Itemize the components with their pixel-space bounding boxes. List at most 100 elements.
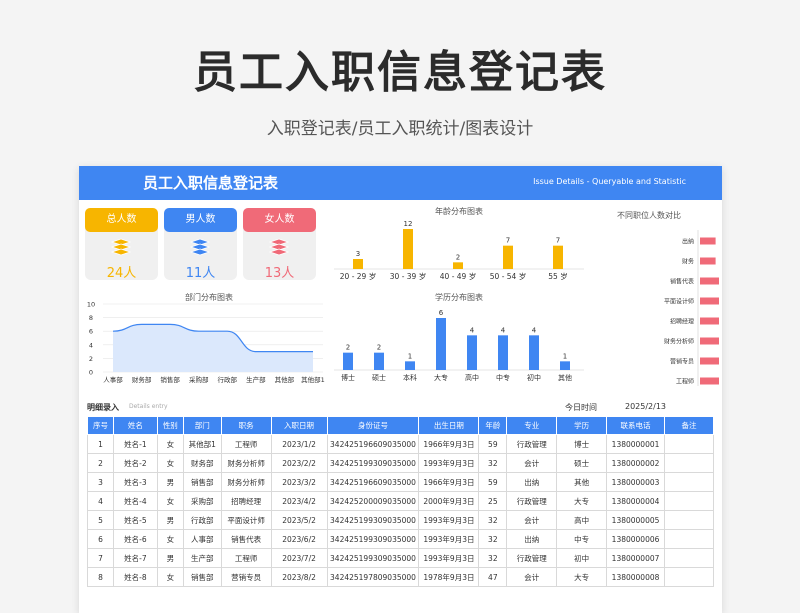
table-cell[interactable]: 1380000007 (606, 548, 666, 568)
table-cell[interactable] (664, 567, 714, 587)
table-cell[interactable]: 2023/2/2 (270, 453, 328, 473)
table-cell[interactable]: 会计 (506, 453, 558, 473)
column-header[interactable]: 姓名 (112, 416, 158, 435)
table-cell[interactable]: 行政部 (182, 510, 222, 530)
column-header[interactable]: 联系电话 (606, 416, 666, 435)
column-header[interactable]: 职务 (220, 416, 272, 435)
table-cell[interactable]: 女 (156, 529, 184, 549)
column-header[interactable]: 备注 (664, 416, 714, 435)
table-cell[interactable]: 32 (478, 548, 508, 568)
table-cell[interactable]: 销售部 (182, 567, 222, 587)
table-cell[interactable]: 32 (478, 529, 508, 549)
table-cell[interactable]: 姓名-7 (112, 548, 158, 568)
table-cell[interactable]: 姓名-4 (112, 491, 158, 511)
table-cell[interactable]: 销售部 (182, 472, 222, 492)
table-cell[interactable]: 博士 (556, 434, 608, 454)
table-row[interactable]: 6 姓名-6 女人事部 销售代表 2023/6/2 342425199309035000 1… (87, 529, 714, 549)
table-cell[interactable]: 行政管理 (506, 548, 558, 568)
column-header[interactable]: 部门 (182, 416, 222, 435)
table-cell[interactable]: 女 (156, 453, 184, 473)
table-cell[interactable] (664, 529, 714, 549)
table-row[interactable]: 2 姓名-2 女财务部 财务分析师 2023/2/2 342425199309035000… (87, 453, 714, 473)
table-cell[interactable]: 财务分析师 (220, 453, 272, 473)
table-cell[interactable]: 其他 (556, 472, 608, 492)
table-cell[interactable]: 财务部 (182, 453, 222, 473)
table-cell[interactable] (664, 453, 714, 473)
table-cell[interactable]: 中专 (556, 529, 608, 549)
table-cell[interactable]: 1380000005 (606, 510, 666, 530)
table-cell[interactable]: 2023/6/2 (270, 529, 328, 549)
table-row[interactable]: 7 姓名-7 男生产部 工程师 2023/7/2 342425199309035000 19… (87, 548, 714, 568)
table-cell[interactable]: 6 (87, 529, 114, 549)
table-cell[interactable]: 销售代表 (220, 529, 272, 549)
table-cell[interactable]: 高中 (556, 510, 608, 530)
table-cell[interactable]: 4 (87, 491, 114, 511)
table-cell[interactable]: 1993年9月3日 (418, 510, 480, 530)
table-cell[interactable]: 2023/4/2 (270, 491, 328, 511)
table-cell[interactable]: 7 (87, 548, 114, 568)
table-cell[interactable]: 出纳 (506, 529, 558, 549)
table-cell[interactable]: 招聘经理 (220, 491, 272, 511)
table-cell[interactable]: 1380000002 (606, 453, 666, 473)
column-header[interactable]: 身份证号 (326, 416, 420, 435)
table-cell[interactable]: 会计 (506, 567, 558, 587)
table-cell[interactable]: 1993年9月3日 (418, 529, 480, 549)
table-cell[interactable]: 出纳 (506, 472, 558, 492)
table-cell[interactable]: 人事部 (182, 529, 222, 549)
table-cell[interactable]: 姓名-2 (112, 453, 158, 473)
table-cell[interactable]: 工程师 (220, 548, 272, 568)
table-cell[interactable]: 男 (156, 548, 184, 568)
table-cell[interactable] (664, 472, 714, 492)
table-cell[interactable] (664, 548, 714, 568)
table-row[interactable]: 1 姓名-1 女其他部1 工程师 2023/1/2 342425196609035000 1… (87, 434, 714, 454)
table-cell[interactable]: 生产部 (182, 548, 222, 568)
table-cell[interactable]: 1993年9月3日 (418, 453, 480, 473)
table-cell[interactable]: 25 (478, 491, 508, 511)
table-cell[interactable]: 姓名-1 (112, 434, 158, 454)
column-header[interactable]: 性别 (156, 416, 184, 435)
table-cell[interactable]: 姓名-3 (112, 472, 158, 492)
table-cell[interactable]: 8 (87, 567, 114, 587)
table-cell[interactable]: 女 (156, 434, 184, 454)
table-cell[interactable]: 342425196609035000 (326, 472, 420, 492)
table-cell[interactable]: 2000年9月3日 (418, 491, 480, 511)
table-cell[interactable]: 姓名-6 (112, 529, 158, 549)
table-cell[interactable]: 2 (87, 453, 114, 473)
table-cell[interactable]: 2023/3/2 (270, 472, 328, 492)
table-cell[interactable]: 营销专员 (220, 567, 272, 587)
table-cell[interactable]: 行政管理 (506, 491, 558, 511)
table-cell[interactable]: 342425199309035000 (326, 453, 420, 473)
column-header[interactable]: 出生日期 (418, 416, 480, 435)
table-cell[interactable]: 1 (87, 434, 114, 454)
table-cell[interactable]: 1966年9月3日 (418, 472, 480, 492)
table-cell[interactable]: 会计 (506, 510, 558, 530)
column-header[interactable]: 年龄 (478, 416, 508, 435)
table-cell[interactable]: 32 (478, 510, 508, 530)
table-row[interactable]: 8 姓名-8 女销售部 营销专员 2023/8/2 342425197809035000 1… (87, 567, 714, 587)
table-cell[interactable]: 工程师 (220, 434, 272, 454)
table-cell[interactable]: 2023/7/2 (270, 548, 328, 568)
table-cell[interactable] (664, 510, 714, 530)
table-cell[interactable]: 32 (478, 453, 508, 473)
table-cell[interactable]: 1966年9月3日 (418, 434, 480, 454)
table-cell[interactable]: 59 (478, 434, 508, 454)
table-cell[interactable]: 5 (87, 510, 114, 530)
table-cell[interactable]: 姓名-5 (112, 510, 158, 530)
table-cell[interactable]: 1978年9月3日 (418, 567, 480, 587)
table-cell[interactable]: 59 (478, 472, 508, 492)
table-cell[interactable]: 平面设计师 (220, 510, 272, 530)
table-cell[interactable]: 342425200009035000 (326, 491, 420, 511)
table-cell[interactable]: 47 (478, 567, 508, 587)
table-cell[interactable]: 1380000008 (606, 567, 666, 587)
table-cell[interactable]: 1380000001 (606, 434, 666, 454)
table-cell[interactable]: 342425196609035000 (326, 434, 420, 454)
table-cell[interactable]: 2023/1/2 (270, 434, 328, 454)
column-header[interactable]: 入职日期 (270, 416, 328, 435)
table-cell[interactable]: 大专 (556, 491, 608, 511)
table-cell[interactable]: 1380000003 (606, 472, 666, 492)
table-cell[interactable]: 姓名-8 (112, 567, 158, 587)
table-row[interactable]: 5 姓名-5 男行政部 平面设计师 2023/5/2 342425199309035000… (87, 510, 714, 530)
column-header[interactable]: 序号 (87, 416, 114, 435)
table-cell[interactable]: 初中 (556, 548, 608, 568)
table-cell[interactable]: 342425199309035000 (326, 510, 420, 530)
